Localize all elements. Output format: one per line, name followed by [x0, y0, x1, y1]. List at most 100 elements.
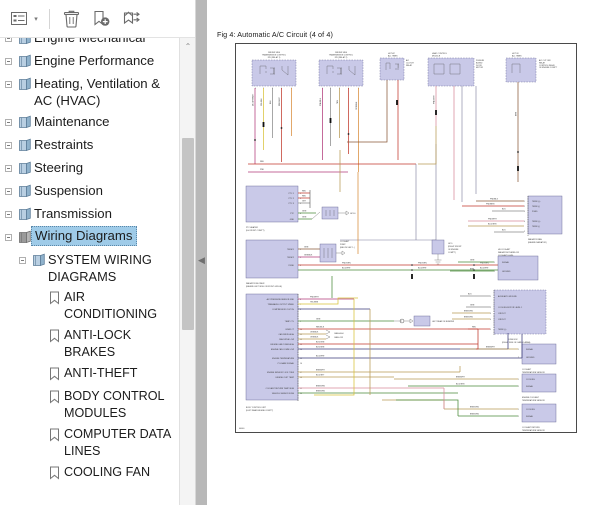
svg-text:PTC 2: PTC 2	[289, 198, 294, 200]
bookmark-item-system-wiring-diagrams[interactable]: SYSTEM WIRING DIAGRAMS	[0, 248, 176, 286]
bookmark-item-engine-mechanical[interactable]: Engine Mechanical	[0, 38, 176, 49]
svg-text:LEFT REAR OF BUMPER: LEFT REAR OF BUMPER	[432, 320, 455, 323]
expand-toggle-icon[interactable]	[16, 249, 29, 269]
svg-text:HOT AT: HOT AT	[388, 52, 395, 55]
svg-text:TEMPERATURE SENSOR: TEMPERATURE SENSOR	[522, 371, 545, 374]
svg-text:PUMP: PUMP	[340, 244, 346, 246]
expand-toggle-icon[interactable]	[2, 38, 15, 47]
expand-toggle-icon[interactable]	[2, 50, 15, 70]
bookmark-icon	[45, 287, 64, 307]
svg-text:BRN/GRN: BRN/GRN	[316, 391, 325, 393]
book-icon	[15, 203, 34, 223]
svg-text:GND: GND	[290, 219, 295, 221]
bookmark-item-anti-lock-brakes[interactable]: ANTI-LOCK BRAKES	[0, 324, 176, 362]
expand-bookmark-icon[interactable]	[116, 5, 146, 33]
svg-text:PNK/WHT: PNK/WHT	[434, 94, 436, 104]
temp-sensor-3: COOLANT RETURN TEMPERATURE SENSOR COOLIN…	[444, 403, 557, 432]
svg-text:TRANSAXLE OUTPUT SPEED: TRANSAXLE OUTPUT SPEED	[268, 303, 295, 306]
body-control-module: BODY CONTROL UNIT (LEFT REAR ENGINE COMP…	[245, 293, 522, 412]
expand-toggle-icon[interactable]	[2, 111, 15, 131]
svg-text:(LH FRONT COMP'T): (LH FRONT COMP'T)	[246, 230, 265, 232]
svg-text:PGND: PGND	[532, 211, 538, 213]
svg-text:2: 2	[494, 271, 495, 273]
bookmark-item-maintenance[interactable]: Maintenance	[0, 110, 176, 133]
expand-toggle-icon[interactable]	[2, 157, 15, 177]
svg-text:YEL/BLK: YEL/BLK	[261, 98, 263, 106]
ac-relay-box: HOT AT ALL TIMES A/C CLUTCH RELAY	[379, 52, 414, 81]
svg-text:SIGNAL: SIGNAL	[526, 348, 533, 351]
bookmark-item-engine-performance[interactable]: Engine Performance	[0, 49, 176, 72]
svg-text:TERM 2: TERM 2	[287, 257, 294, 259]
bookmark-item-cooling-fan[interactable]: COOLING FAN	[0, 461, 176, 484]
svg-text:ENGINE SENSOR 5 VOLT REF: ENGINE SENSOR 5 VOLT REF	[267, 372, 295, 374]
svg-text:BLK/GRN: BLK/GRN	[316, 347, 325, 349]
bookmark-item-transmission[interactable]: Transmission	[0, 202, 176, 225]
delete-bookmark-icon[interactable]	[56, 5, 86, 33]
scrollbar-thumb[interactable]	[182, 138, 194, 330]
svg-text:BLU/WHT: BLU/WHT	[418, 268, 427, 270]
book-icon	[15, 38, 34, 47]
scroll-up-arrow-icon[interactable]: ⌃	[180, 38, 196, 54]
svg-text:ORN/BLK: ORN/BLK	[310, 332, 319, 334]
document-view[interactable]: Fig 4: Automatic A/C Circuit (4 of 4) .c…	[207, 0, 600, 505]
expand-toggle-icon[interactable]	[2, 134, 15, 154]
svg-text:BLWR CT: BLWR CT	[286, 329, 295, 331]
svg-text:TEMP CTL: TEMP CTL	[285, 321, 294, 323]
bookmark-label: Transmission	[34, 206, 112, 221]
svg-text:OF ENGINE: OF ENGINE	[448, 249, 459, 251]
svg-text:3: 3	[524, 211, 525, 213]
list-view-icon[interactable]	[4, 5, 34, 33]
svg-text:BRN/GRN: BRN/GRN	[470, 407, 479, 409]
svg-text:GRN/BLK: GRN/BLK	[304, 255, 313, 257]
bookmark-icon	[45, 424, 64, 444]
book-icon	[29, 249, 48, 269]
svg-text:1: 1	[494, 262, 495, 264]
book-icon	[15, 180, 34, 200]
expand-toggle-icon[interactable]	[2, 226, 15, 246]
svg-text:TERM (-): TERM (-)	[532, 206, 540, 208]
bookmark-item-body-control-modules[interactable]: BODY CONTROL MODULES	[0, 385, 176, 423]
svg-text:PTC 3: PTC 3	[289, 203, 294, 205]
book-icon	[15, 134, 34, 154]
bookmark-toolbar: ▾	[0, 0, 195, 38]
chevron-down-icon[interactable]: ▾	[31, 5, 41, 33]
bookmark-vertical-scrollbar[interactable]: ⌃	[179, 38, 195, 505]
svg-text:BLU/WHT: BLU/WHT	[480, 268, 489, 270]
svg-text:TERM 1: TERM 1	[287, 249, 294, 251]
svg-text:CYL BANK SIGNAL: CYL BANK SIGNAL	[277, 362, 294, 365]
svg-text:ORN/BLK: ORN/BLK	[356, 101, 358, 110]
bookmark-item-suspension[interactable]: Suspension	[0, 179, 176, 202]
bookmark-label: ANTI-THEFT	[64, 366, 138, 380]
svg-text:(RIGHT FRONT: (RIGHT FRONT	[448, 246, 462, 248]
svg-text:CAN DRIVE HIGH: CAN DRIVE HIGH	[278, 333, 294, 336]
expand-toggle-icon[interactable]	[2, 73, 15, 93]
svg-text:GP-5: GP-5	[448, 243, 452, 245]
svg-text:4: 4	[490, 319, 491, 321]
svg-text:GRN: GRN	[316, 319, 321, 321]
svg-text:2: 2	[518, 386, 519, 388]
panel-splitter[interactable]: ◀	[196, 0, 207, 505]
collapse-panel-arrow-icon[interactable]: ◀	[197, 253, 206, 267]
bookmark-item-computer-data-lines[interactable]: COMPUTER DATA LINES	[0, 423, 176, 461]
svg-text:MODULE: MODULE	[432, 56, 441, 58]
expand-toggle-icon[interactable]	[2, 180, 15, 200]
svg-text:1: 1	[518, 379, 519, 381]
svg-text:TEMPERATURE SENSOR: TEMPERATURE SENSOR	[522, 399, 545, 402]
bookmark-item-restraints[interactable]: Restraints	[0, 133, 176, 156]
document-page: Fig 4: Automatic A/C Circuit (4 of 4) .c…	[207, 0, 600, 490]
svg-text:BRN/GRN: BRN/GRN	[464, 317, 473, 319]
new-bookmark-icon[interactable]	[86, 5, 116, 33]
svg-text:2: 2	[518, 416, 519, 418]
bookmark-item-wiring-diagrams[interactable]: Wiring Diagrams	[0, 225, 176, 248]
bookmark-item-air-conditioning[interactable]: AIR CONDITIONING	[0, 286, 176, 324]
bookmark-item-heating-ventilation-ac-hvac[interactable]: Heating, Ventilation & AC (HVAC)	[0, 72, 176, 110]
bookmark-item-steering[interactable]: Steering	[0, 156, 176, 179]
bookmark-icon	[45, 325, 64, 345]
svg-text:COOLANT LEVEL: COOLANT LEVEL	[498, 254, 514, 257]
svg-text:5: 5	[524, 231, 525, 233]
expand-toggle-icon[interactable]	[2, 203, 15, 223]
bookmark-item-anti-theft[interactable]: ANTI-THEFT	[0, 362, 176, 385]
svg-text:4: 4	[524, 221, 525, 223]
